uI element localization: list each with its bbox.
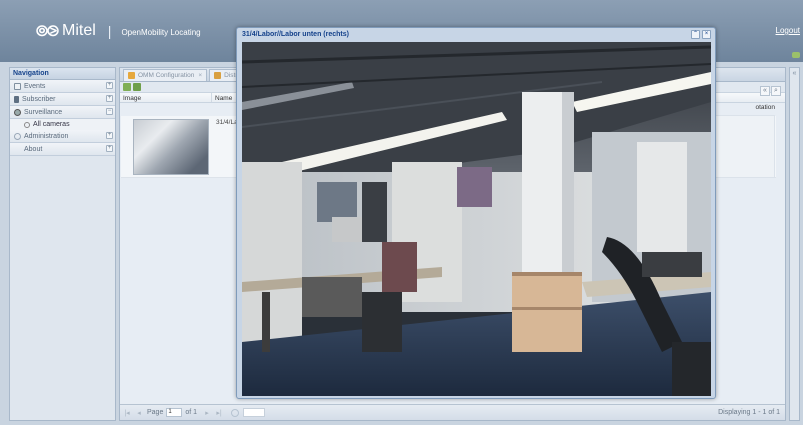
navigation-panel: Navigation Events + Subscriber + Surveil… xyxy=(9,67,116,421)
page-size-input[interactable] xyxy=(243,408,266,417)
camera-window-title: 31/4/Labor//Labor unten (rechts) xyxy=(242,31,349,38)
close-tab-icon[interactable]: × xyxy=(198,72,202,79)
camera-view-window[interactable]: 31/4/Labor//Labor unten (rechts) ⌃ × xyxy=(236,27,716,399)
column-header-image[interactable]: Image xyxy=(120,93,212,102)
page-label: Page xyxy=(147,409,164,416)
nav-item-label: About xyxy=(24,145,43,153)
camera-name: 31/4/La xyxy=(216,119,238,126)
brand-separator: | xyxy=(107,23,112,39)
refresh-icon[interactable] xyxy=(231,408,240,417)
display-count: Displaying 1 - 1 of 1 xyxy=(718,409,780,416)
last-page-icon[interactable]: ▸| xyxy=(215,409,223,417)
camera-icon xyxy=(24,121,30,128)
expand-toggle[interactable]: + xyxy=(106,82,113,89)
nav-title: Navigation xyxy=(10,68,115,80)
close-window-button[interactable]: × xyxy=(702,30,711,39)
nav-sub-label: All cameras xyxy=(33,121,70,128)
camera-icon xyxy=(14,108,21,116)
rotation-cell xyxy=(715,115,775,178)
camera-scene xyxy=(242,42,711,396)
search-controls: « ⌕ xyxy=(759,86,781,96)
product-name: OpenMobility Locating xyxy=(121,28,201,37)
expand-panel-icon[interactable]: « xyxy=(790,70,799,77)
clear-search-icon[interactable]: « xyxy=(760,86,770,96)
gear-icon xyxy=(14,132,21,140)
edit-camera-icon[interactable] xyxy=(133,83,141,91)
nav-item-subscriber[interactable]: Subscriber + xyxy=(10,93,115,106)
envelope-icon xyxy=(14,82,21,90)
add-camera-icon[interactable] xyxy=(123,83,131,91)
page-count: of 1 xyxy=(185,409,198,416)
right-collapse-panel[interactable]: « xyxy=(789,67,800,421)
first-page-icon[interactable]: |◂ xyxy=(123,409,131,417)
nav-item-events[interactable]: Events + xyxy=(10,80,115,93)
prev-page-icon[interactable]: ◂ xyxy=(135,409,143,417)
nav-item-about[interactable]: About + xyxy=(10,143,115,156)
phone-icon xyxy=(14,95,19,103)
mitel-logo: ⦾⧁ Mitel | OpenMobility Locating xyxy=(36,22,201,40)
nav-item-label: Subscriber xyxy=(22,95,56,103)
nav-item-label: Surveillance xyxy=(24,108,63,116)
page-number-input[interactable]: 1 xyxy=(166,408,183,417)
next-page-icon[interactable]: ▸ xyxy=(203,409,211,417)
collapse-toggle[interactable]: − xyxy=(106,108,113,115)
nav-item-surveillance[interactable]: Surveillance − xyxy=(10,106,115,119)
pagination-bar: |◂ ◂ Page 1 of 1 ▸ ▸| Displaying 1 - 1 o… xyxy=(120,404,785,420)
nav-item-label: Events xyxy=(24,82,46,90)
mitel-logo-icon: ⦾⧁ xyxy=(36,22,59,40)
camera-thumbnail[interactable] xyxy=(133,119,209,175)
nav-item-label: Administration xyxy=(24,132,69,140)
search-icon[interactable]: ⌕ xyxy=(771,86,781,96)
config-icon xyxy=(128,72,135,79)
column-header-rotation[interactable]: otation xyxy=(755,104,775,111)
distribution-icon xyxy=(214,72,222,79)
expand-toggle[interactable]: + xyxy=(106,95,113,102)
connection-status-icon xyxy=(792,52,800,58)
logout-link[interactable]: Logout xyxy=(776,26,800,35)
expand-toggle[interactable]: + xyxy=(106,145,113,152)
nav-item-administration[interactable]: Administration + xyxy=(10,130,115,143)
nav-body xyxy=(10,175,115,420)
collapse-window-button[interactable]: ⌃ xyxy=(691,30,700,39)
tab-omm-configuration[interactable]: OMM Configuration × xyxy=(123,69,208,81)
tab-label: OMM Configuration xyxy=(138,72,195,79)
brand-name: Mitel xyxy=(62,22,96,39)
camera-live-image xyxy=(242,42,711,396)
nav-item-all-cameras[interactable]: All cameras xyxy=(10,119,115,130)
window-controls: ⌃ × xyxy=(689,30,711,39)
expand-toggle[interactable]: + xyxy=(106,132,113,139)
